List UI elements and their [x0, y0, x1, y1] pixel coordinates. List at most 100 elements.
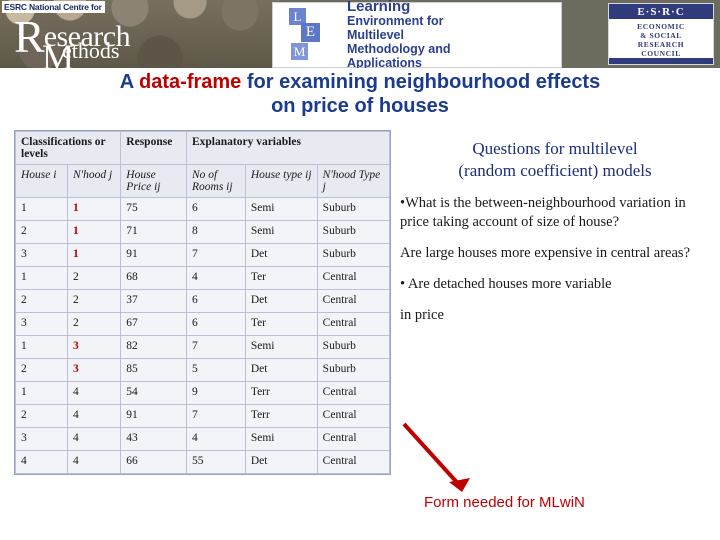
table-row: 3 2 67 6 Ter Central	[15, 312, 391, 336]
questions-heading-line-1: Questions for multilevel	[472, 139, 638, 158]
questions-panel: Questions for multilevel (random coeffic…	[400, 138, 710, 337]
esrc-fullname-line-3: RESEARCH	[637, 40, 685, 49]
table-header-row: Classifications or levels Response Expla…	[14, 131, 391, 165]
cell-house-price: 67	[120, 312, 187, 336]
cell-house-i: 3	[15, 243, 68, 267]
cell-house-price: 37	[120, 289, 187, 313]
lemma-text: Learning Environment for Multilevel Meth…	[347, 0, 450, 68]
cell-nhood-type: Central	[316, 266, 391, 290]
table-row: 1 3 82 7 Semi Suburb	[15, 335, 391, 359]
data-frame-table: Classifications or levels Response Expla…	[14, 131, 391, 474]
cell-nhood-type: Suburb	[316, 335, 391, 359]
logo-letter-r: R	[14, 11, 45, 62]
cell-house-price: 66	[120, 450, 187, 474]
esrc-fullname-line-1: ECONOMIC	[637, 22, 685, 31]
cell-house-i: 2	[15, 404, 68, 428]
cell-no-of-rooms: 7	[185, 404, 246, 428]
questions-heading: Questions for multilevel (random coeffic…	[400, 138, 710, 182]
cell-nhood-type: Central	[316, 427, 391, 451]
cell-house-price: 91	[120, 404, 187, 428]
lemma-line-1: Learning	[347, 0, 411, 15]
subheader-house-price: House Price ij	[120, 164, 187, 198]
cell-house-price: 85	[120, 358, 187, 382]
table-subheader-row: House i N'hood j House Price ij No of Ro…	[15, 164, 391, 198]
table-row: 1 4 54 9 Terr Central	[15, 381, 391, 405]
cell-house-i: 2	[15, 289, 68, 313]
subheader-nhood-type: N'hood Type j	[316, 164, 391, 198]
data-frame-table-container: Classifications or levels Response Expla…	[14, 130, 391, 475]
questions-heading-line-2: (random coefficient) models	[458, 161, 652, 180]
table-row: 2 4 91 7 Terr Central	[15, 404, 391, 428]
cell-house-type: Ter	[244, 266, 318, 290]
cell-house-price: 91	[120, 243, 187, 267]
question-bullet-2: Are large houses more expensive in centr…	[400, 245, 691, 261]
table-row: 4 4 66 55 Det Central	[15, 450, 391, 474]
table-row: 3 1 91 7 Det Suburb	[15, 243, 391, 267]
cell-house-i: 2	[15, 358, 68, 382]
cell-no-of-rooms: 8	[185, 220, 246, 244]
cell-nhood-j: 4	[66, 381, 122, 405]
header-explanatory: Explanatory variables	[185, 131, 391, 165]
page-title: A data-frame for examining neighbourhood…	[0, 70, 720, 118]
cell-house-price: 75	[120, 197, 187, 221]
table-row: 2 2 37 6 Det Central	[15, 289, 391, 313]
title-part-2: for examining neighbourhood effects	[241, 71, 601, 93]
cell-no-of-rooms: 6	[185, 312, 246, 336]
research-methods-logo: Research M ethods	[14, 10, 131, 68]
esrc-fullname: ECONOMIC & SOCIAL RESEARCH COUNCIL	[609, 19, 713, 58]
esrc-acronym: E·S·R·C	[609, 4, 713, 19]
red-arrow-icon	[402, 422, 470, 492]
cell-house-type: Semi	[244, 220, 318, 244]
cell-nhood-j: 4	[66, 450, 122, 474]
table-row: 1 1 75 6 Semi Suburb	[15, 197, 391, 221]
header-banner: ESRC National Centre for Research M etho…	[0, 0, 720, 68]
cell-house-i: 1	[15, 266, 68, 290]
cell-nhood-j: 1	[66, 243, 122, 267]
table-row: 1 2 68 4 Ter Central	[15, 266, 391, 290]
cell-nhood-type: Suburb	[316, 197, 391, 221]
cell-nhood-j: 4	[66, 404, 122, 428]
cell-nhood-type: Central	[316, 289, 391, 313]
cell-house-price: 43	[120, 427, 187, 451]
subheader-nhood-j: N'hood j	[66, 164, 122, 198]
cell-house-price: 54	[120, 381, 187, 405]
esrc-fullname-line-4: COUNCIL	[641, 49, 681, 58]
cell-no-of-rooms: 4	[185, 266, 246, 290]
lemma-tile-m: M	[291, 43, 308, 60]
cell-house-i: 1	[15, 335, 68, 359]
cell-nhood-j: 1	[66, 197, 122, 221]
title-part-1: A	[119, 71, 140, 93]
cell-house-price: 82	[120, 335, 187, 359]
cell-house-i: 3	[15, 427, 68, 451]
esrc-council-logo: E·S·R·C ECONOMIC & SOCIAL RESEARCH COUNC…	[608, 3, 714, 65]
cell-nhood-type: Suburb	[316, 243, 391, 267]
cell-nhood-j: 3	[66, 335, 122, 359]
cell-house-type: Det	[244, 358, 318, 382]
cell-house-type: Det	[244, 289, 318, 313]
cell-nhood-j: 3	[66, 358, 122, 382]
cell-house-type: Det	[244, 450, 318, 474]
header-classifications: Classifications or levels	[14, 131, 122, 165]
subheader-house-i: House i	[15, 164, 68, 198]
cell-nhood-j: 1	[66, 220, 122, 244]
subheader-no-of-rooms: No of Rooms ij	[185, 164, 246, 198]
cell-nhood-j: 2	[66, 266, 122, 290]
logo-word-methods: ethods	[62, 38, 120, 63]
cell-house-type: Ter	[244, 312, 318, 336]
question-bullet-1: •What is the between-neighbourhood varia…	[400, 195, 686, 230]
esrc-bottom-bar	[609, 58, 713, 64]
lemma-logo: L E M Learning Environment for Multileve…	[272, 0, 562, 68]
table-body: House i N'hood j House Price ij No of Ro…	[15, 164, 391, 474]
title-line-2: on price of houses	[271, 95, 449, 117]
table-row: 3 4 43 4 Semi Central	[15, 427, 391, 451]
question-bullet-4: in price	[400, 307, 444, 323]
cell-nhood-type: Central	[316, 381, 391, 405]
cell-no-of-rooms: 9	[185, 381, 246, 405]
title-highlight: data-frame	[139, 71, 242, 93]
lemma-tiles: L E M	[279, 7, 341, 63]
cell-house-i: 1	[15, 381, 68, 405]
table-head: Classifications or levels Response Expla…	[14, 131, 391, 165]
cell-no-of-rooms: 6	[185, 197, 246, 221]
cell-house-type: Terr	[244, 404, 318, 428]
lemma-tile-e: E	[301, 23, 320, 42]
